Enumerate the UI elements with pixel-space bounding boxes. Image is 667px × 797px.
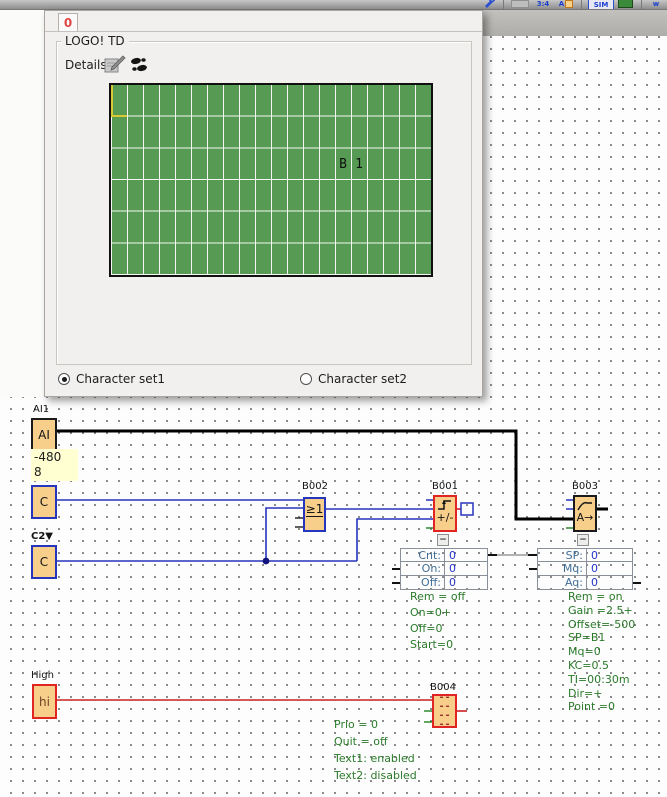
ai1-block-label: AI1 bbox=[33, 404, 49, 415]
c2-symbol: C bbox=[40, 555, 48, 569]
b002-symbol: ≥1 bbox=[306, 502, 324, 517]
value-line2: 8 bbox=[34, 465, 75, 480]
td-display-grid bbox=[111, 85, 431, 275]
b002-block-label: B002 bbox=[302, 481, 328, 492]
ai1-block[interactable]: AI bbox=[31, 418, 57, 452]
param-value[interactable]: 0 bbox=[586, 562, 632, 575]
b003-block-label: B003 bbox=[572, 481, 598, 492]
c2-block-label: C2▼ bbox=[31, 531, 53, 542]
param-label: On: bbox=[401, 562, 444, 575]
param-value[interactable]: 0 bbox=[586, 576, 632, 589]
charset1-label[interactable]: Character set1 bbox=[76, 372, 165, 386]
param-value[interactable]: 0 bbox=[444, 562, 487, 575]
edge-trigger-icon bbox=[437, 499, 453, 511]
b003-collapse-button[interactable]: − bbox=[577, 534, 589, 546]
display-tool-icon[interactable] bbox=[617, 0, 633, 8]
details-label: Details bbox=[65, 58, 107, 72]
main-toolbar-strip: 3:4 A SIM w bbox=[0, 0, 667, 10]
toolbar-separator bbox=[641, 0, 642, 10]
td-display-cursor bbox=[111, 85, 127, 117]
c1-symbol: C bbox=[40, 495, 48, 509]
td-display-char: B bbox=[335, 157, 351, 172]
charset2-label[interactable]: Character set2 bbox=[318, 372, 407, 386]
font-tool-icon[interactable]: A bbox=[557, 0, 575, 8]
edit-pencil-icon bbox=[104, 55, 126, 74]
ai1-symbol: AI bbox=[38, 428, 50, 442]
param-value[interactable]: 0 bbox=[444, 576, 487, 589]
edit-details-button[interactable] bbox=[104, 55, 126, 74]
b003-annotation: Rem = on Gain =2.5+ Offset=-500 SP=B1 Mq… bbox=[568, 590, 635, 714]
b004-block[interactable]: -- -- -- -- bbox=[432, 694, 457, 728]
tab-row-divider bbox=[45, 31, 482, 32]
groupbox-title: LOGO! TD bbox=[61, 34, 129, 48]
b003-block[interactable]: A→ bbox=[573, 495, 597, 532]
td-display: B 1 bbox=[109, 83, 433, 277]
ramp-curve-icon bbox=[577, 500, 593, 511]
toolbar-separator bbox=[581, 0, 582, 10]
logo-td-dialog: 0 LOGO! TD Details B 1 Character set1 Ch… bbox=[44, 10, 483, 397]
radio-selected-dot bbox=[62, 377, 67, 382]
w-tool-icon[interactable]: w bbox=[648, 0, 664, 8]
td-display-char: 1 bbox=[351, 157, 367, 172]
b001-symbol: +/- bbox=[437, 511, 454, 524]
b001-param-table: Cnt: 0 On: 0 Off: 0 bbox=[400, 548, 488, 590]
charset2-radio[interactable] bbox=[300, 373, 312, 385]
param-value[interactable]: 0 bbox=[444, 549, 487, 562]
toolbar-separator bbox=[503, 0, 504, 10]
value-line1: -480 bbox=[34, 450, 75, 465]
b003-symbol: A→ bbox=[577, 511, 594, 524]
b001-annotation: Rem = off On=0+ Off=0 Start=0 bbox=[410, 590, 465, 654]
b001-block-label: B001 bbox=[432, 481, 458, 492]
b004-annotation: Prio = 0 Quit = off Text1: enabled Text2… bbox=[334, 718, 417, 786]
c2-block[interactable]: C bbox=[31, 545, 57, 579]
charset1-radio[interactable] bbox=[58, 373, 70, 385]
canvas-left-margin bbox=[0, 10, 44, 397]
character-set-button[interactable] bbox=[129, 55, 151, 74]
simulation-icon[interactable]: SIM bbox=[588, 0, 614, 10]
param-value[interactable]: 0 bbox=[586, 549, 632, 562]
b003-param-table: SP: 0 Mq: 0 Aq: 0 bbox=[537, 548, 633, 590]
toolbar-lower-band bbox=[480, 10, 667, 36]
param-label: Cnt: bbox=[401, 549, 444, 562]
disabled-tool-icon[interactable] bbox=[510, 0, 530, 8]
zoom-ratio-icon[interactable]: 3:4 bbox=[534, 0, 552, 8]
param-label: Off: bbox=[401, 576, 444, 589]
param-label: Aq: bbox=[538, 576, 586, 589]
wire-c2-b002[interactable] bbox=[266, 508, 303, 561]
tab-0[interactable]: 0 bbox=[58, 13, 78, 31]
b002-block[interactable]: ≥1 bbox=[303, 497, 326, 532]
b001-open-connector[interactable] bbox=[461, 503, 473, 515]
hi-block[interactable]: hi bbox=[32, 684, 57, 719]
wrench-icon[interactable] bbox=[482, 0, 496, 8]
high-block-label: High bbox=[31, 670, 54, 681]
b001-collapse-button[interactable]: − bbox=[437, 534, 449, 546]
value-tooltip: -480 8 bbox=[31, 449, 78, 481]
wire-junction-dot bbox=[263, 558, 270, 565]
c1-block[interactable]: C bbox=[31, 485, 57, 519]
param-label: SP: bbox=[538, 549, 586, 562]
param-label: Mq: bbox=[538, 562, 586, 575]
b001-block[interactable]: +/- bbox=[433, 495, 457, 532]
b004-message-symbol: -- -- -- -- bbox=[434, 693, 455, 729]
hi-symbol: hi bbox=[39, 695, 50, 709]
footprints-icon bbox=[129, 55, 151, 74]
